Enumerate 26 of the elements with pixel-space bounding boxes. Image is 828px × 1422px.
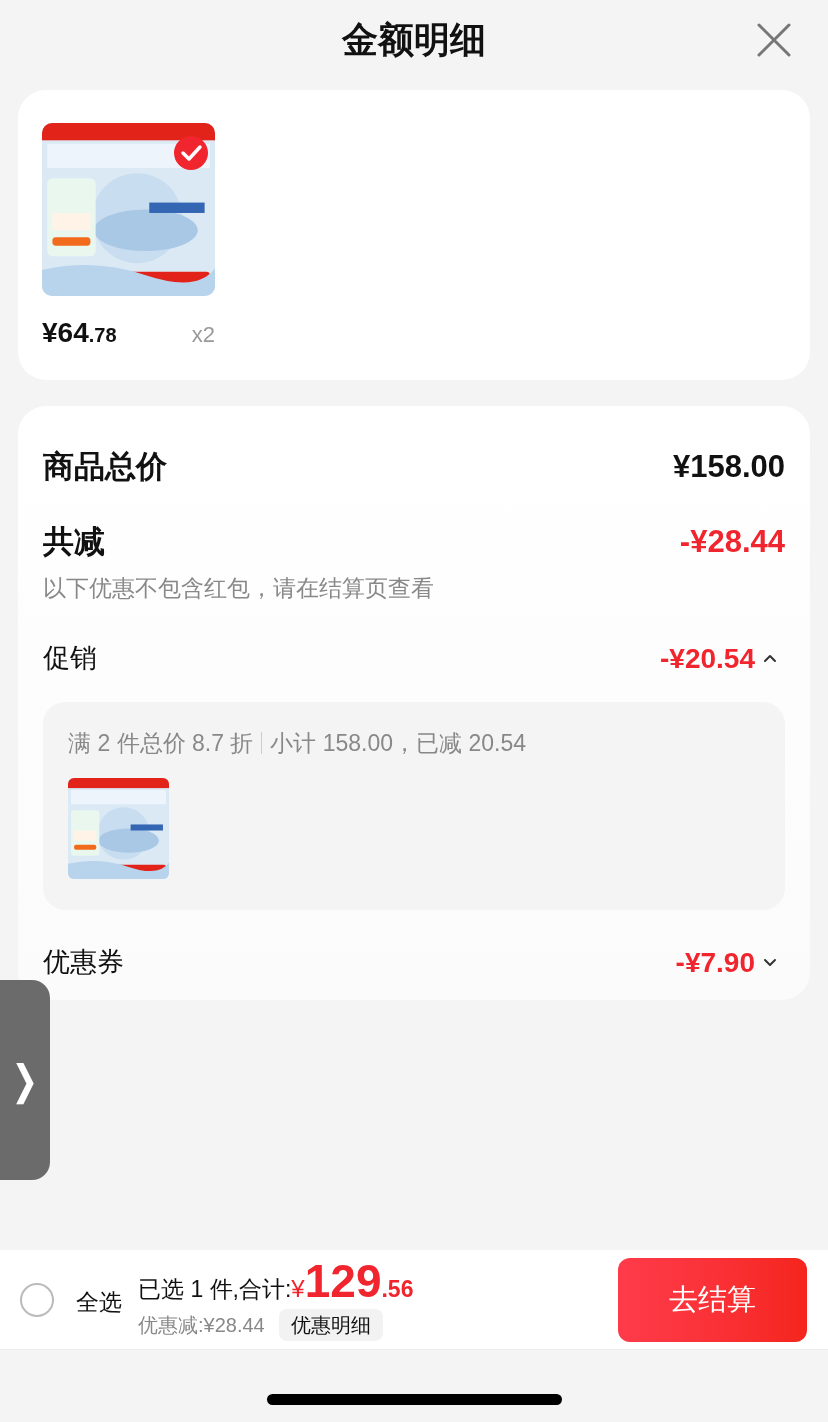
select-all-checkbox[interactable]	[20, 1282, 54, 1317]
product-price: ¥64.78	[42, 316, 117, 350]
product-quantity: x2	[191, 321, 215, 349]
side-drawer-tab[interactable]: ❭	[0, 980, 50, 1180]
selected-count-text: 已选 1 件,合计:	[138, 1275, 292, 1304]
select-all-label[interactable]: 全选	[76, 1285, 122, 1320]
total-value: ¥158.00	[672, 448, 785, 486]
check-icon[interactable]	[173, 135, 209, 171]
discount-value: -¥20.54	[660, 641, 755, 676]
reduction-label: 共减	[43, 522, 105, 561]
discount-label: 促销	[43, 642, 97, 676]
promotion-subtotal: 小计 158.00，已减 20.54	[270, 728, 526, 758]
close-icon[interactable]	[756, 22, 792, 58]
total-label: 商品总价	[43, 448, 167, 486]
reduction-note: 以下优惠不包含红包，请在结算页查看	[43, 574, 435, 603]
total-price: ¥129.56	[291, 1258, 414, 1307]
savings-text: 优惠减:¥28.44	[138, 1313, 265, 1338]
checkout-button[interactable]: 去结算	[618, 1257, 807, 1342]
discount-value: -¥7.90	[675, 945, 755, 980]
page-title: 金额明细	[342, 18, 486, 62]
discount-details-button[interactable]: 优惠明细	[278, 1309, 383, 1341]
discount-label: 优惠券	[43, 946, 124, 980]
promotion-rule: 满 2 件总价 8.7 折	[68, 728, 254, 758]
chevron-up-icon[interactable]	[763, 653, 777, 664]
reduction-value: -¥28.44	[679, 522, 785, 561]
chevron-down-icon[interactable]	[763, 957, 777, 968]
